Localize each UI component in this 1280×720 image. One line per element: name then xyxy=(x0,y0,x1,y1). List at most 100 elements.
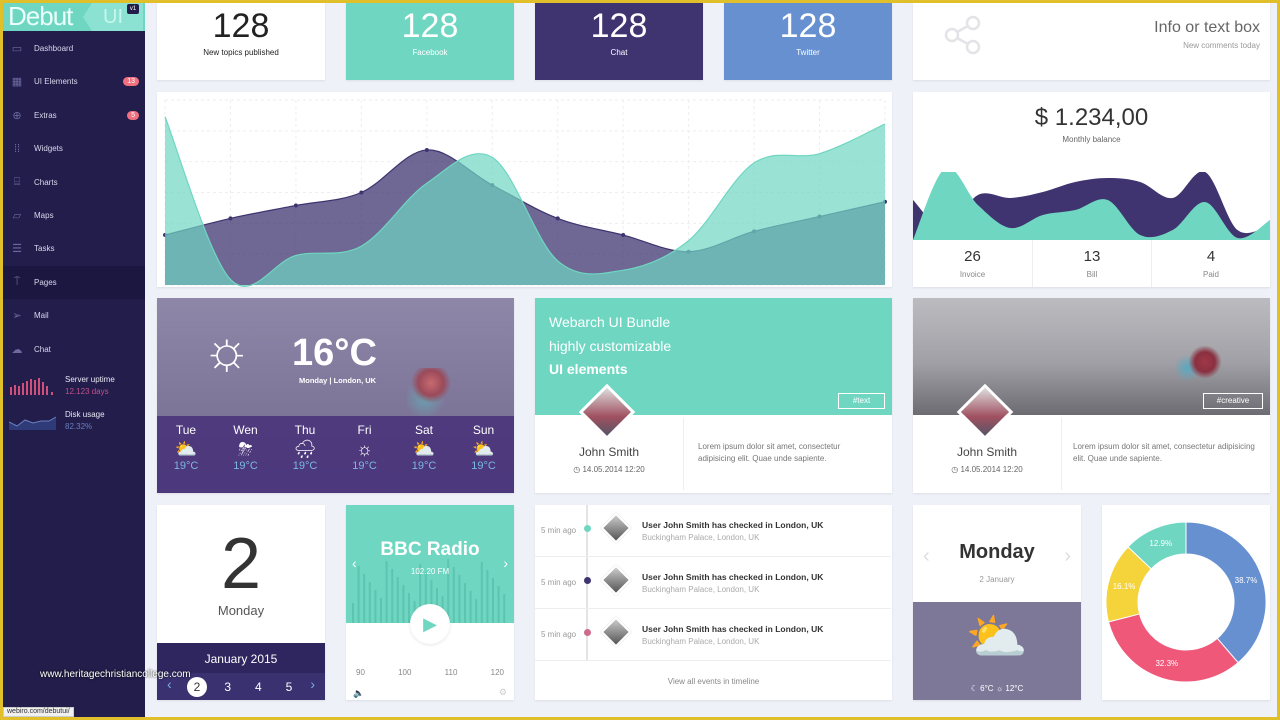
current-temp: 16°C xyxy=(292,332,377,374)
server-uptime: Server uptime 12.123 days xyxy=(9,375,145,396)
spectrum-bar xyxy=(380,598,382,623)
spectrum-bar xyxy=(464,583,466,623)
post-date: ◷ 14.05.2014 12:20 xyxy=(913,465,1061,474)
sidebar-item-tasks[interactable]: ☰ Tasks xyxy=(3,232,145,265)
dashboard: Debut UI v1 ▭ Dashboard ▦ UI Elements 13 ⊕ Ext… xyxy=(3,3,1277,717)
donut-label: 12.9% xyxy=(1149,539,1172,548)
next-day-icon[interactable]: › xyxy=(1064,545,1071,568)
promo-line2: highly customizable xyxy=(549,338,672,354)
spectrum-bar xyxy=(374,590,377,623)
sidebar-item-label: Charts xyxy=(34,177,58,187)
sidebar-item-label: Maps xyxy=(34,211,54,220)
moon-icon: ☾ xyxy=(970,684,981,693)
tag-button[interactable]: #text xyxy=(838,393,885,409)
spectrum-bar xyxy=(391,569,394,623)
stat-value: 128 xyxy=(212,7,270,45)
tag-button[interactable]: #creative xyxy=(1203,393,1263,409)
stat-label: Invoice xyxy=(959,270,986,279)
sidebar-item-label: Dashboard xyxy=(34,44,74,53)
sidebar-item-charts[interactable]: ⌸ Charts xyxy=(3,166,145,199)
timeline-dot xyxy=(584,577,591,584)
forecast-temp: 19°C xyxy=(411,460,437,472)
share-icon xyxy=(944,15,981,55)
stat-value: 26 xyxy=(964,248,981,265)
count-badge: 5 xyxy=(127,110,139,120)
sidebar-item-ui-elements[interactable]: ▦ UI Elements 13 xyxy=(3,65,145,98)
spectrum-bar xyxy=(492,578,494,623)
balance-stat-paid: 4 Paid xyxy=(1151,240,1270,287)
data-point xyxy=(359,190,364,195)
volume-icon[interactable]: 🔈 xyxy=(353,688,364,699)
sidebar-item-label: Pages xyxy=(34,277,57,287)
globe-icon: ⊕ xyxy=(12,109,22,122)
sidebar-item-mail[interactable]: ➢ Mail xyxy=(3,299,145,332)
next-station-icon[interactable]: › xyxy=(503,555,508,571)
sidebar-item-widgets[interactable]: ⁞⁞ Widgets xyxy=(3,132,145,165)
count-badge: 13 xyxy=(123,77,139,87)
sun-icon: ☼ xyxy=(356,439,373,459)
promo-line1: Webarch UI Bundle xyxy=(549,314,670,330)
sidebar-item-maps[interactable]: ▱ Maps xyxy=(3,199,145,232)
temp-high: 12°C xyxy=(1005,684,1024,693)
balance-label: Monthly balance xyxy=(1062,135,1121,144)
signpost-icon: ⍑ xyxy=(13,275,21,288)
view-all-events-link[interactable]: View all events in timeline xyxy=(535,677,892,686)
timeline-subtitle: Buckingham Palace, London, UK xyxy=(642,637,760,646)
temp-range: ☾ 6°C ☼ 12°C xyxy=(913,684,1081,693)
sidebar-item-pages[interactable]: ⍑ Pages xyxy=(3,265,145,299)
sidebar-item-extras[interactable]: ⊕ Extras 5 xyxy=(3,99,145,132)
next-chevron-icon[interactable]: › xyxy=(310,676,315,692)
balance-stat-invoice: 26 Invoice xyxy=(913,240,1032,287)
timeline-item[interactable]: 5 min ago User John Smith has checked in … xyxy=(535,609,891,661)
play-button[interactable]: ▶ xyxy=(410,604,450,644)
stat-label: Facebook xyxy=(412,48,448,57)
day-weather-card: Monday 2 January ‹ › ⛅ ☾ 6°C ☼ 12°C xyxy=(913,505,1081,700)
sidebar-item-label: Tasks xyxy=(34,244,55,254)
timeline-card: 5 min ago User John Smith has checked in … xyxy=(535,505,892,700)
day-2[interactable]: 2 xyxy=(187,677,207,697)
stat-label: New topics published xyxy=(203,48,279,57)
sidebar-item-label: Chat xyxy=(34,344,51,354)
prev-day-icon[interactable]: ‹ xyxy=(923,545,930,568)
timeline-time: 5 min ago xyxy=(541,578,577,587)
forecast-day: Wen xyxy=(233,423,258,437)
post-date-text: 14.05.2014 12:20 xyxy=(582,465,645,474)
thunder-icon: ⛈ xyxy=(238,439,253,459)
settings-icon[interactable]: ⚙ xyxy=(499,687,507,698)
disk-sparkline-icon xyxy=(9,416,57,430)
sidebar-item-dashboard[interactable]: ▭ Dashboard xyxy=(3,32,145,65)
day-5[interactable]: 5 xyxy=(279,677,299,697)
logo[interactable]: Debut UI v1 xyxy=(3,3,145,31)
spectrum-bar xyxy=(363,574,366,623)
spectrum-bar xyxy=(503,594,506,623)
day-weather-day: Monday xyxy=(959,541,1035,563)
sidebar-item-chat[interactable]: ☁ Chat xyxy=(3,333,145,366)
timeline-dot xyxy=(584,525,591,532)
sun-small-icon: ☼ xyxy=(993,684,1006,693)
user-name: John Smith xyxy=(956,445,1018,459)
day-4[interactable]: 4 xyxy=(248,677,268,697)
radio-frequency: 102.20 FM xyxy=(410,567,450,576)
date-weekday: Monday xyxy=(217,603,265,618)
map-icon: ▱ xyxy=(12,210,22,222)
promo-line3: UI elements xyxy=(549,361,628,377)
spectrum-bar xyxy=(352,603,354,623)
cloud-sun-icon: ⛅ xyxy=(174,439,198,459)
timeline-subtitle: Buckingham Palace, London, UK xyxy=(642,585,760,594)
info-box-title: Info or text box xyxy=(1154,19,1260,36)
day-3[interactable]: 3 xyxy=(218,677,238,697)
forecast-day: Fri xyxy=(357,423,372,437)
timeline-title: User John Smith has checked in London, U… xyxy=(642,520,824,530)
donut-label: 38.7% xyxy=(1235,576,1258,585)
timeline-item[interactable]: 5 min ago User John Smith has checked in … xyxy=(535,557,891,609)
stat-value: 128 xyxy=(401,7,459,45)
disk-usage: Disk usage 82.32% xyxy=(9,410,145,431)
data-point xyxy=(555,216,560,221)
data-point xyxy=(228,216,233,221)
stat-label: Twitter xyxy=(796,48,820,57)
prev-station-icon[interactable]: ‹ xyxy=(352,555,357,571)
timeline-title: User John Smith has checked in London, U… xyxy=(642,624,824,634)
timeline-item[interactable]: 5 min ago User John Smith has checked in … xyxy=(535,505,891,557)
forecast-temp: 19°C xyxy=(352,460,377,472)
data-point xyxy=(293,203,298,208)
